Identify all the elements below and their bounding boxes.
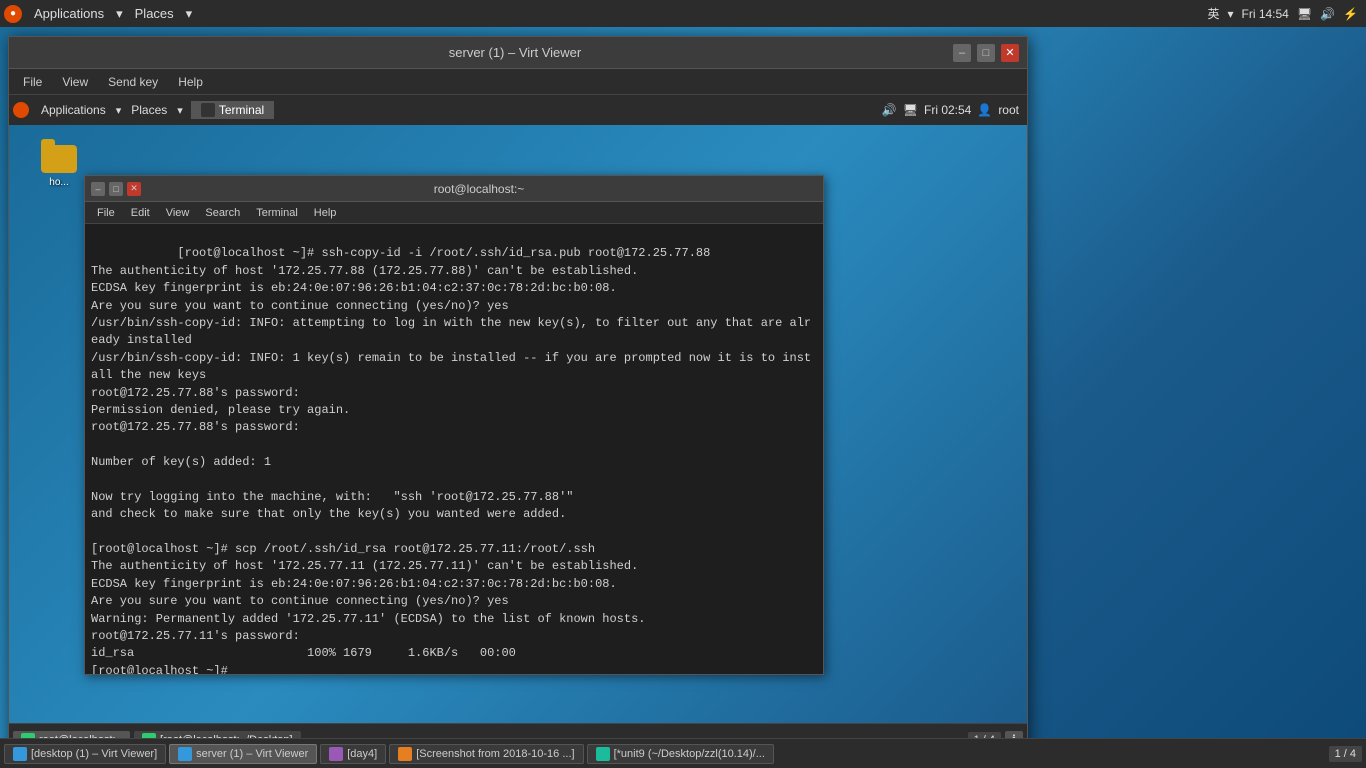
guest-user-icon: 👤	[977, 103, 992, 117]
terminal-menu-file[interactable]: File	[91, 206, 121, 220]
host-app-icon: ●	[4, 5, 22, 23]
terminal-close-btn[interactable]: ✕	[127, 182, 141, 196]
host-desktop: ● Applications ▾ Places ▾ 英 ▾ Fri 14:54 …	[0, 0, 1366, 768]
virt-menu-sendkey[interactable]: Send key	[100, 73, 166, 91]
host-pager-info: 1 / 4	[1329, 746, 1362, 762]
terminal-menu-edit[interactable]: Edit	[125, 206, 156, 220]
folder-shape	[41, 145, 77, 173]
virt-minimize-button[interactable]: –	[953, 44, 971, 62]
guest-desktop: ho... – □ ✕ root@localhost:~	[9, 125, 1027, 755]
virt-window-title: server (1) – Virt Viewer	[77, 45, 953, 60]
virt-menu-view[interactable]: View	[54, 73, 96, 91]
host-task-unit9[interactable]: [*unit9 (~/Desktop/zzl(10.14)/...	[587, 744, 774, 764]
host-display-icon[interactable]: 🖥	[1297, 7, 1312, 21]
terminal-window[interactable]: – □ ✕ root@localhost:~ File Edit View Se…	[84, 175, 824, 675]
host-task-unit9-icon	[596, 747, 610, 761]
host-applications-menu[interactable]: Applications	[26, 4, 112, 23]
host-task-screenshot[interactable]: [Screenshot from 2018-10-16 ...]	[389, 744, 583, 764]
virt-menu-file[interactable]: File	[15, 73, 50, 91]
guest-terminal-icon	[201, 103, 215, 117]
host-power-icon[interactable]: ⚡	[1343, 7, 1358, 21]
terminal-menu-help[interactable]: Help	[308, 206, 343, 220]
host-places-menu[interactable]: Places	[127, 4, 182, 23]
host-taskbar-right: 英 ▾ Fri 14:54 🖥 🔊 ⚡	[1207, 5, 1366, 22]
host-bottom-taskbar: [desktop (1) – Virt Viewer] server (1) –…	[0, 738, 1366, 768]
guest-top-taskbar: Applications ▾ Places ▾ Terminal 🔊 🖥 Fri…	[9, 95, 1027, 125]
guest-terminal-taskbutton[interactable]: Terminal	[191, 101, 274, 119]
host-task-screenshot-icon	[398, 747, 412, 761]
host-task-server1-label: server (1) – Virt Viewer	[196, 748, 308, 760]
host-task-desktop1-label: [desktop (1) – Virt Viewer]	[31, 748, 157, 760]
terminal-menu-terminal[interactable]: Terminal	[250, 206, 304, 220]
host-task-server1-icon	[178, 747, 192, 761]
virt-maximize-button[interactable]: □	[977, 44, 995, 62]
terminal-wm-buttons: – □ ✕	[91, 182, 141, 196]
desktop-icon-label: ho...	[49, 177, 68, 188]
host-lang-indicator[interactable]: 英	[1207, 5, 1219, 22]
virt-menu-help[interactable]: Help	[170, 73, 211, 91]
host-taskbar-left: ● Applications ▾ Places ▾	[0, 4, 192, 23]
guest-places-menu[interactable]: Places	[123, 101, 175, 119]
virt-titlebar: server (1) – Virt Viewer – □ ✕	[9, 37, 1027, 69]
host-task-day4[interactable]: [day4]	[320, 744, 386, 764]
terminal-menu-search[interactable]: Search	[199, 206, 246, 220]
guest-network-icon[interactable]: 🖥	[903, 103, 918, 117]
terminal-titlebar: – □ ✕ root@localhost:~	[85, 176, 823, 202]
terminal-menu-view[interactable]: View	[160, 206, 196, 220]
host-task-screenshot-label: [Screenshot from 2018-10-16 ...]	[416, 748, 574, 760]
host-task-day4-label: [day4]	[347, 748, 377, 760]
terminal-maximize-btn[interactable]: □	[109, 182, 123, 196]
terminal-title: root@localhost:~	[141, 182, 817, 196]
guest-taskbar-right: 🔊 🖥 Fri 02:54 👤 root	[882, 103, 1027, 117]
host-clock: Fri 14:54	[1242, 7, 1289, 21]
desktop-folder-icon	[41, 145, 77, 175]
guest-taskbar-center: Terminal	[191, 101, 274, 119]
guest-volume-icon[interactable]: 🔊	[882, 103, 897, 117]
guest-username[interactable]: root	[998, 103, 1019, 117]
desktop-icon-home[interactable]: ho...	[29, 145, 89, 188]
virt-menubar: File View Send key Help	[9, 69, 1027, 95]
host-volume-icon[interactable]: 🔊	[1320, 7, 1335, 21]
host-task-unit9-label: [*unit9 (~/Desktop/zzl(10.14)/...	[614, 748, 765, 760]
terminal-menubar: File Edit View Search Terminal Help	[85, 202, 823, 224]
guest-taskbar-left: Applications ▾ Places ▾	[9, 101, 183, 119]
host-task-desktop1-icon	[13, 747, 27, 761]
terminal-minimize-btn[interactable]: –	[91, 182, 105, 196]
virt-close-button[interactable]: ✕	[1001, 44, 1019, 62]
terminal-content[interactable]: [root@localhost ~]# ssh-copy-id -i /root…	[85, 224, 823, 674]
host-pager: 1 / 4	[1329, 746, 1362, 762]
guest-app-icon	[13, 102, 29, 118]
guest-clock: Fri 02:54	[924, 103, 971, 117]
host-task-server1[interactable]: server (1) – Virt Viewer	[169, 744, 317, 764]
guest-applications-menu[interactable]: Applications	[33, 101, 114, 119]
guest-terminal-tab-label: Terminal	[219, 103, 264, 117]
terminal-output: [root@localhost ~]# ssh-copy-id -i /root…	[91, 246, 811, 674]
host-top-taskbar: ● Applications ▾ Places ▾ 英 ▾ Fri 14:54 …	[0, 0, 1366, 27]
host-task-desktop1[interactable]: [desktop (1) – Virt Viewer]	[4, 744, 166, 764]
virt-wm-buttons: – □ ✕	[953, 44, 1019, 62]
vm-screen[interactable]: Applications ▾ Places ▾ Terminal 🔊 🖥 Fri…	[9, 95, 1027, 755]
host-task-day4-icon	[329, 747, 343, 761]
virt-viewer-window: server (1) – Virt Viewer – □ ✕ File View…	[8, 36, 1028, 756]
